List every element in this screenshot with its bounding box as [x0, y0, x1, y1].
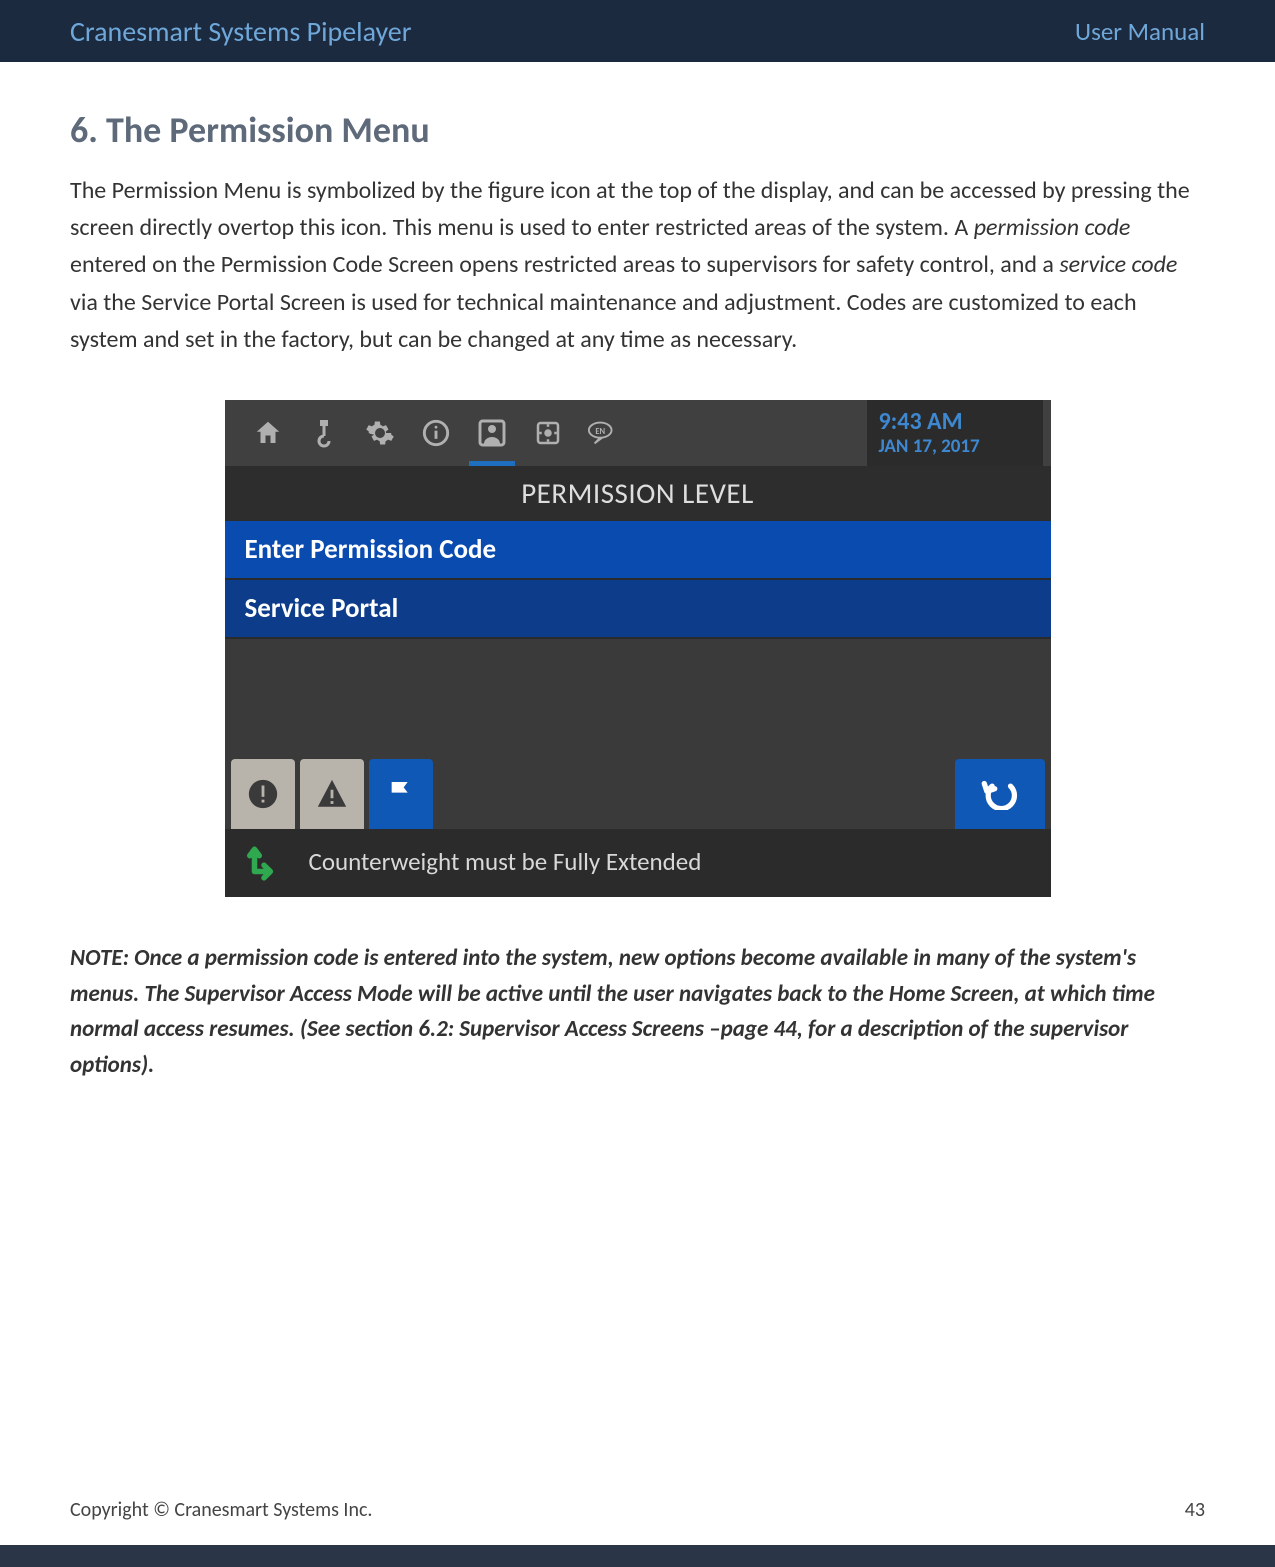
home-icon[interactable]: [251, 416, 285, 450]
footer-copyright: Copyright © Cranesmart Systems Inc.: [70, 1498, 372, 1522]
hmi-status-bar: Counterweight must be Fully Extended: [225, 829, 1051, 897]
person-icon[interactable]: [475, 416, 509, 450]
menu-item-service-portal[interactable]: Service Portal: [225, 580, 1051, 639]
footer-strip: [0, 1545, 1275, 1567]
page-footer: Copyright © Cranesmart Systems Inc. 43: [0, 1498, 1275, 1522]
brightness-icon[interactable]: [531, 416, 565, 450]
menu-item-permission-code[interactable]: Enter Permission Code: [225, 521, 1051, 580]
language-icon[interactable]: EN: [587, 416, 621, 450]
warning-triangle-icon[interactable]: [300, 759, 364, 829]
status-arrow-icon: [245, 843, 283, 881]
flag-icon[interactable]: [369, 759, 433, 829]
hmi-date-value: JAN 17, 2017: [879, 436, 1025, 458]
back-button[interactable]: [955, 759, 1045, 829]
page-header: Cranesmart Systems Pipelayer User Manual: [0, 0, 1275, 62]
section-heading: 6. The Permission Menu: [70, 108, 1205, 152]
section-note: NOTE: Once a permission code is entered …: [70, 941, 1205, 1084]
hmi-time-value: 9:43 AM: [879, 408, 1025, 436]
document-subtitle: User Manual: [1075, 16, 1205, 47]
hook-icon[interactable]: [307, 416, 341, 450]
hmi-status-text: Counterweight must be Fully Extended: [309, 846, 702, 877]
section-body: The Permission Menu is symbolized by the…: [70, 172, 1205, 358]
svg-text:EN: EN: [595, 427, 605, 437]
info-icon[interactable]: [419, 416, 453, 450]
document-title: Cranesmart Systems Pipelayer: [70, 14, 411, 49]
hmi-clock: 9:43 AM JAN 17, 2017: [867, 400, 1043, 466]
hmi-empty-area: [225, 639, 1051, 759]
gear-icon[interactable]: [363, 416, 397, 450]
hmi-screenshot: EN 9:43 AM JAN 17, 2017 PERMISSION LEVEL…: [70, 400, 1205, 897]
hmi-menu-list: Enter Permission Code Service Portal: [225, 521, 1051, 639]
alert-circle-icon[interactable]: [231, 759, 295, 829]
active-tab-indicator: [469, 461, 515, 466]
hmi-soft-buttons: [225, 759, 1051, 829]
hmi-top-bar: EN 9:43 AM JAN 17, 2017: [225, 400, 1051, 466]
footer-page-number: 43: [1185, 1498, 1205, 1522]
hmi-screen-title: PERMISSION LEVEL: [225, 466, 1051, 521]
